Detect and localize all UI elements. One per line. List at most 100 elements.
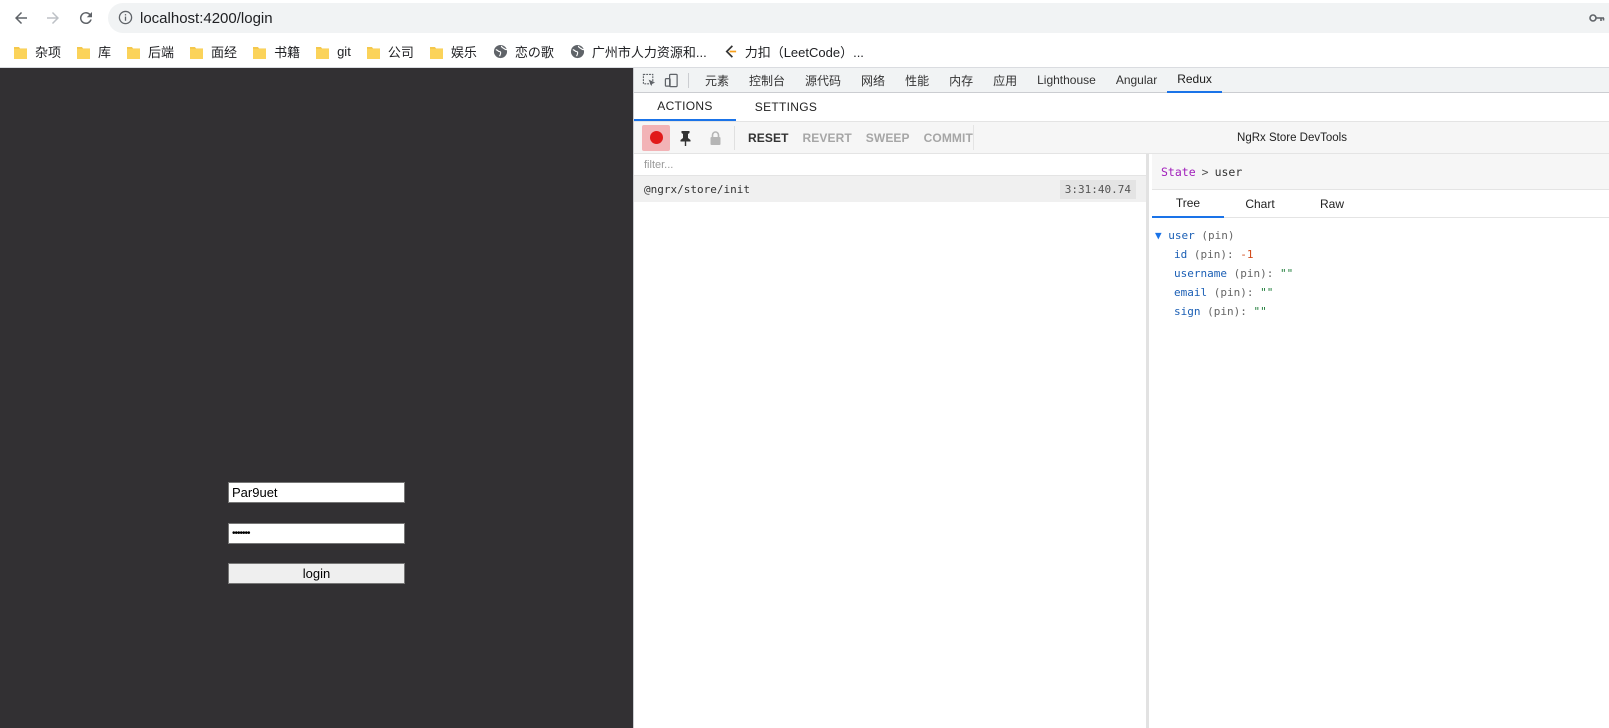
tab-tree[interactable]: Tree	[1152, 190, 1224, 218]
bookmark-item[interactable]: 恋の歌	[493, 42, 554, 61]
tree-value: ""	[1253, 305, 1267, 318]
sweep-button[interactable]: SWEEP	[859, 131, 917, 145]
bookmarks-bar: 杂项 库 后端 面经 书籍 git 公司 娱乐 恋の歌 广州市人力资源和... …	[0, 36, 1609, 68]
arrow-left-icon	[15, 12, 27, 24]
bookmark-label: 广州市人力资源和...	[591, 45, 707, 60]
bookmark-item[interactable]: 公司	[366, 42, 414, 61]
tree-key: email	[1174, 286, 1208, 299]
password-input[interactable]: •••••••	[228, 523, 405, 544]
tab-angular[interactable]: Angular	[1106, 68, 1167, 93]
reload-icon	[79, 12, 92, 25]
bookmark-item[interactable]: 面经	[190, 42, 237, 61]
tree-node-root[interactable]: ▼ user (pin)	[1155, 226, 1293, 245]
tree-node: id (pin): -1	[1155, 245, 1293, 264]
tree-key: user	[1168, 229, 1195, 242]
action-timestamp: 3:31:40.74	[1059, 179, 1136, 199]
bookmark-label: 书籍	[274, 45, 301, 60]
tree-pin[interactable]: (pin):	[1194, 248, 1234, 261]
bookmark-item[interactable]: 娱乐	[429, 42, 477, 61]
bookmark-item[interactable]: 力扣（LeetCode）...	[723, 42, 864, 61]
tab-chart[interactable]: Chart	[1224, 190, 1296, 218]
state-tab-bar: Tree Chart Raw	[1152, 190, 1609, 218]
tab-settings[interactable]: SETTINGS	[736, 93, 836, 121]
bookmark-label: 杂项	[35, 45, 62, 60]
tab-lighthouse[interactable]: Lighthouse	[1027, 68, 1106, 93]
action-list-item[interactable]: @ngrx/store/init 3:31:40.74	[634, 176, 1146, 202]
devtools-tab-bar: 元素 控制台 源代码 网络 性能 内存 应用 Lighthouse Angula…	[634, 68, 1609, 93]
folder-icon	[190, 45, 204, 59]
bookmark-label: git	[337, 44, 351, 59]
bookmark-item[interactable]: 库	[77, 42, 111, 61]
device-toolbar-button[interactable]	[660, 68, 682, 93]
url-text: localhost:4200/login	[140, 10, 273, 27]
bookmark-label: 力扣（LeetCode）...	[744, 45, 864, 60]
reset-button[interactable]: RESET	[741, 131, 796, 145]
inspect-element-button[interactable]	[638, 68, 660, 93]
tree-pin[interactable]: (pin)	[1201, 229, 1234, 242]
tree-key: username	[1174, 267, 1227, 280]
tree-value: ""	[1260, 286, 1274, 299]
state-tree: ▼ user (pin) id (pin): -1 username (pin)…	[1155, 226, 1293, 321]
folder-icon	[77, 45, 91, 59]
state-inspector-pane: State > user Tree Chart Raw ▼ user (pin)…	[1152, 154, 1609, 728]
bookmark-label: 娱乐	[450, 45, 477, 60]
record-button[interactable]	[642, 124, 670, 151]
pin-icon	[680, 130, 690, 146]
tree-node: sign (pin): ""	[1155, 302, 1293, 321]
globe-icon	[493, 44, 507, 59]
lock-icon	[710, 130, 720, 145]
bookmark-label: 恋の歌	[514, 45, 554, 60]
tree-value: -1	[1240, 248, 1254, 261]
bookmark-label: 公司	[387, 45, 414, 60]
tab-memory[interactable]: 内存	[939, 68, 983, 93]
back-button[interactable]	[9, 7, 33, 29]
action-list-pane: filter... @ngrx/store/init 3:31:40.74	[634, 154, 1149, 728]
address-bar[interactable]: localhost:4200/login	[108, 3, 1609, 33]
tab-network[interactable]: 网络	[851, 68, 895, 93]
arrow-right-icon	[47, 12, 59, 24]
tab-redux[interactable]: Redux	[1167, 68, 1222, 93]
browser-toolbar: localhost:4200/login	[0, 0, 1609, 36]
bookmark-item[interactable]: 广州市人力资源和...	[570, 42, 707, 61]
tab-console[interactable]: 控制台	[739, 68, 795, 93]
tab-elements[interactable]: 元素	[695, 68, 739, 93]
tab-performance[interactable]: 性能	[895, 68, 939, 93]
bookmark-item[interactable]: git	[316, 44, 351, 59]
tree-pin[interactable]: (pin):	[1207, 305, 1247, 318]
cursor-select-icon	[642, 73, 655, 86]
breadcrumb-root[interactable]: State	[1161, 165, 1196, 179]
bookmark-label: 后端	[148, 45, 175, 60]
login-button[interactable]: login	[228, 563, 405, 584]
tab-application[interactable]: 应用	[983, 68, 1027, 93]
bookmark-item[interactable]: 后端	[127, 42, 174, 61]
bookmark-label: 库	[98, 45, 112, 60]
breadcrumb-current[interactable]: user	[1215, 165, 1243, 179]
folder-icon	[366, 45, 380, 59]
commit-button[interactable]: COMMIT	[917, 131, 980, 145]
tree-node: username (pin): ""	[1155, 264, 1293, 283]
tree-node: email (pin): ""	[1155, 283, 1293, 302]
bookmark-item[interactable]: 杂项	[14, 42, 61, 61]
pin-button[interactable]	[670, 125, 700, 151]
revert-button[interactable]: REVERT	[796, 131, 859, 145]
tab-sources[interactable]: 源代码	[795, 68, 851, 93]
redux-toolbar: RESET REVERT SWEEP COMMIT NgRx Store Dev…	[634, 121, 1609, 154]
info-icon[interactable]	[118, 10, 133, 25]
username-input[interactable]: Par9uet	[228, 482, 405, 503]
key-icon[interactable]	[1589, 11, 1605, 25]
tree-pin[interactable]: (pin):	[1214, 286, 1254, 299]
breadcrumb: State > user	[1152, 154, 1609, 190]
expand-arrow-icon[interactable]: ▼	[1155, 229, 1162, 242]
device-icon	[664, 73, 678, 87]
bookmark-item[interactable]: 书籍	[253, 42, 300, 61]
filter-input[interactable]: filter...	[634, 154, 1146, 176]
tab-raw[interactable]: Raw	[1296, 190, 1368, 218]
tree-pin[interactable]: (pin):	[1234, 267, 1274, 280]
lock-button[interactable]	[700, 125, 730, 151]
divider	[688, 72, 689, 88]
bookmark-label: 面经	[211, 45, 238, 60]
reload-button[interactable]	[74, 7, 98, 29]
devtools-title: NgRx Store DevTools	[973, 125, 1609, 150]
forward-button[interactable]	[41, 7, 65, 29]
tab-actions[interactable]: ACTIONS	[634, 93, 736, 121]
